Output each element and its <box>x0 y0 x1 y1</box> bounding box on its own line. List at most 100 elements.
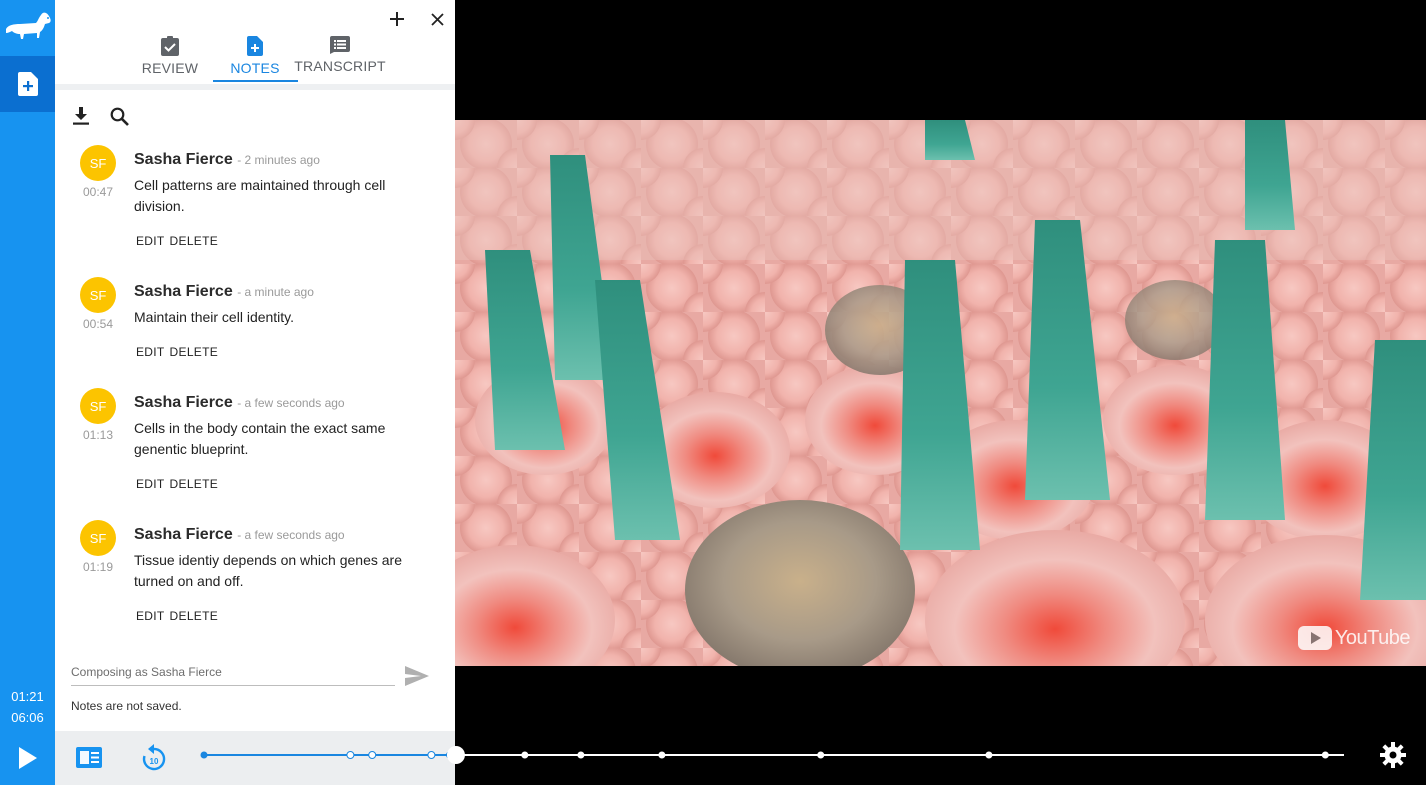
note-marker[interactable] <box>368 751 377 759</box>
duration: 06:06 <box>11 710 44 725</box>
unsaved-notice: Notes are not saved. <box>71 699 182 713</box>
progress-marker[interactable] <box>1321 751 1329 759</box>
note-marker[interactable] <box>346 751 355 759</box>
note-text: Tissue identiy depends on which genes ar… <box>134 552 402 589</box>
tab-notes-label: NOTES <box>230 60 280 76</box>
progress-marker[interactable] <box>521 751 529 759</box>
gear-icon <box>1380 742 1406 768</box>
progress-track <box>200 746 1344 764</box>
search-icon <box>110 107 129 126</box>
note-timestamp[interactable]: 01:19 <box>80 560 116 574</box>
note-author-line: Sasha Fierce - a few seconds ago <box>134 526 345 544</box>
compose-note-input[interactable] <box>71 658 395 686</box>
note-author: Sasha Fierce <box>134 283 233 300</box>
play-icon <box>18 747 37 769</box>
avatar: SF <box>80 277 116 313</box>
download-button[interactable] <box>69 104 93 128</box>
note-timestamp[interactable]: 00:47 <box>80 185 116 199</box>
delete-button[interactable]: DELETE <box>170 477 218 491</box>
edit-button[interactable]: EDIT <box>136 609 165 623</box>
note-item: SF 01:19 Sasha Fierce - a few seconds ag… <box>55 520 455 630</box>
send-icon <box>405 666 429 686</box>
delete-button[interactable]: DELETE <box>170 234 218 248</box>
note-author: Sasha Fierce <box>134 151 233 168</box>
edit-button[interactable]: EDIT <box>136 477 165 491</box>
download-icon <box>73 107 89 125</box>
delete-button[interactable]: DELETE <box>170 609 218 623</box>
tab-transcript[interactable]: TRANSCRIPT <box>294 36 386 82</box>
note-marker[interactable] <box>427 751 436 759</box>
rewind-10-button[interactable]: 10 <box>141 743 167 771</box>
delete-button[interactable]: DELETE <box>170 345 218 359</box>
left-rail: 01:21 06:06 <box>0 0 55 785</box>
time-display: 01:21 06:06 <box>0 686 55 728</box>
note-author: Sasha Fierce <box>134 526 233 543</box>
tab-transcript-label: TRANSCRIPT <box>294 58 386 74</box>
avatar: SF <box>80 145 116 181</box>
note-actions: EDIT DELETE <box>136 234 218 248</box>
youtube-wordmark: YouTube <box>1334 626 1411 649</box>
note-author-line: Sasha Fierce - a few seconds ago <box>134 394 345 412</box>
note-add-icon[interactable] <box>0 56 55 112</box>
edit-button[interactable]: EDIT <box>136 345 165 359</box>
progress-marker[interactable] <box>985 751 993 759</box>
note-author-line: Sasha Fierce - 2 minutes ago <box>134 151 320 169</box>
notes-toolbar <box>69 104 131 128</box>
note-author: Sasha Fierce <box>134 394 233 411</box>
note-text: Cells in the body contain the exact same… <box>134 420 386 457</box>
transcript-icon <box>330 36 350 54</box>
youtube-play-icon <box>1297 626 1332 650</box>
progress-marker[interactable] <box>817 751 825 759</box>
tab-review-label: REVIEW <box>141 60 199 76</box>
note-text: Cell patterns are maintained through cel… <box>134 177 386 214</box>
plus-icon <box>390 12 404 26</box>
tab-review[interactable]: REVIEW <box>130 36 210 82</box>
notes-panel: REVIEW NOTES TRANSCRIPT SF 00:47 Sasha F… <box>55 0 455 731</box>
panel-header: REVIEW NOTES TRANSCRIPT <box>55 0 455 84</box>
app-window: 01:21 06:06 REVIEW NOTES TRANSCRIPT SF 0… <box>0 0 1426 785</box>
note-timestamp[interactable]: 01:13 <box>80 428 116 442</box>
replay-10-icon: 10 <box>142 744 166 771</box>
note-author-line: Sasha Fierce - a minute ago <box>134 283 314 301</box>
dachshund-logo-icon[interactable] <box>0 0 55 56</box>
note-actions: EDIT DELETE <box>136 345 218 359</box>
video-still <box>455 120 1426 666</box>
note-add-icon <box>247 36 263 56</box>
note-time-ago: - a minute ago <box>237 285 314 299</box>
close-icon <box>430 12 444 26</box>
active-tab-indicator <box>213 80 298 82</box>
note-actions: EDIT DELETE <box>136 477 218 491</box>
note-item: SF 00:54 Sasha Fierce - a minute ago Mai… <box>55 277 455 367</box>
youtube-logo[interactable]: YouTube <box>1297 626 1411 650</box>
avatar: SF <box>80 388 116 424</box>
progress-bar[interactable] <box>200 745 1350 765</box>
close-button[interactable] <box>426 8 448 30</box>
note-time-ago: - 2 minutes ago <box>237 153 320 167</box>
progress-marker[interactable] <box>200 751 208 759</box>
play-button[interactable] <box>0 731 55 785</box>
progress-marker[interactable] <box>658 751 666 759</box>
assignment-check-icon <box>161 36 179 56</box>
note-time-ago: - a few seconds ago <box>237 396 345 410</box>
edit-button[interactable]: EDIT <box>136 234 165 248</box>
avatar: SF <box>80 520 116 556</box>
svg-text:10: 10 <box>150 757 159 766</box>
search-button[interactable] <box>107 104 131 128</box>
send-button[interactable] <box>405 666 429 686</box>
settings-button[interactable] <box>1380 742 1406 768</box>
note-actions: EDIT DELETE <box>136 609 218 623</box>
video-frame[interactable]: YouTube <box>455 120 1426 666</box>
progress-marker[interactable] <box>577 751 585 759</box>
note-item: SF 00:47 Sasha Fierce - 2 minutes ago Ce… <box>55 145 455 255</box>
panel-divider <box>55 84 455 90</box>
captions-icon <box>76 747 102 768</box>
tab-notes[interactable]: NOTES <box>215 36 295 82</box>
captions-button[interactable] <box>75 744 103 772</box>
add-button[interactable] <box>386 8 408 30</box>
progress-handle[interactable] <box>446 746 465 764</box>
note-timestamp[interactable]: 00:54 <box>80 317 116 331</box>
current-time: 01:21 <box>11 689 44 704</box>
note-text: Maintain their cell identity. <box>134 309 295 325</box>
note-item: SF 01:13 Sasha Fierce - a few seconds ag… <box>55 388 455 498</box>
note-time-ago: - a few seconds ago <box>237 528 345 542</box>
